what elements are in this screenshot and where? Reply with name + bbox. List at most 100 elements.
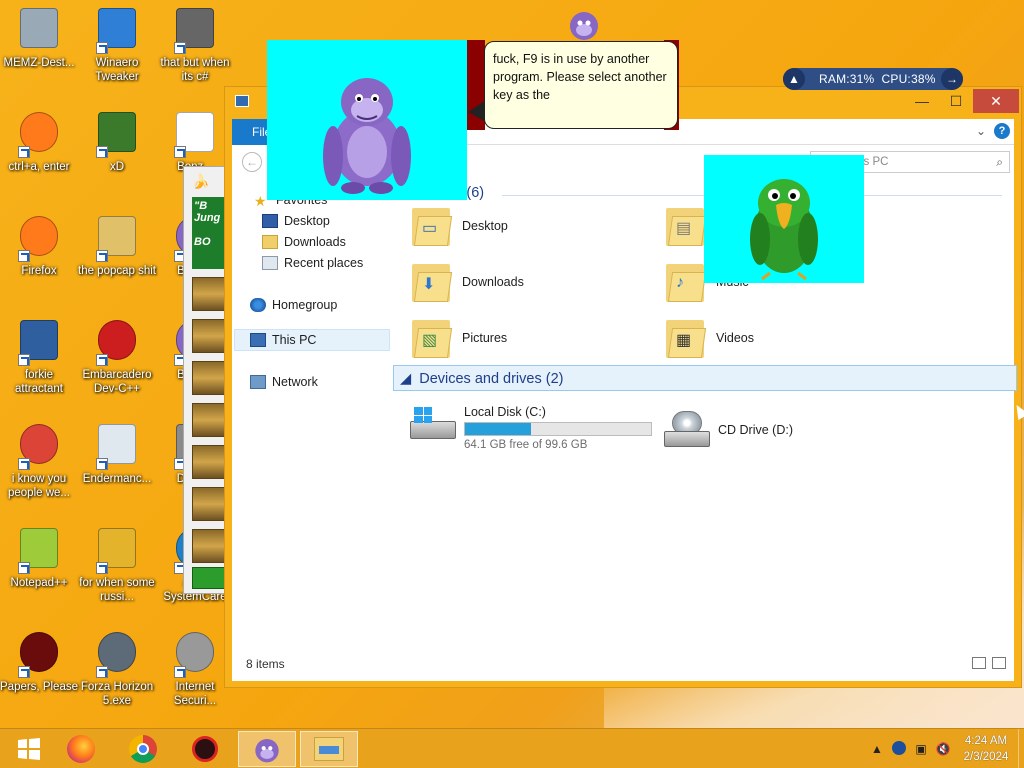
nav-network[interactable]: Network xyxy=(250,375,318,389)
desktop-shortcut[interactable]: that but when its c# xyxy=(156,6,234,84)
drive-local-disk-c[interactable]: Local Disk (C:) 64.1 GB free of 99.6 GB xyxy=(410,405,652,451)
clock-date: 2/3/2024 xyxy=(963,751,1009,763)
taskbar-chrome[interactable] xyxy=(114,731,172,767)
rocket-icon[interactable]: ▲ xyxy=(783,68,805,90)
app-window-icon xyxy=(94,422,140,470)
red-gear-icon xyxy=(192,736,218,762)
folder-icon: ▤ xyxy=(666,204,707,248)
desktop-shortcut-label: xD xyxy=(109,161,125,173)
explorer-app-icon xyxy=(235,95,249,107)
windows-logo-icon xyxy=(18,738,40,760)
folder-label: Videos xyxy=(716,331,754,345)
desktop-shortcut[interactable]: forkie attractant xyxy=(0,318,78,396)
drive-label: CD Drive (D:) xyxy=(718,423,793,437)
bonzi-speech-bubble[interactable]: fuck, F9 is in use by another program. P… xyxy=(484,41,678,129)
taskbar-file-explorer[interactable] xyxy=(300,731,358,767)
desktop-shortcut[interactable]: ctrl+a, enter xyxy=(0,110,78,174)
bonzi-banner: "B Jung BO xyxy=(192,197,226,269)
desktop-shortcut[interactable]: Forza Horizon 5.exe xyxy=(78,630,156,708)
desktop-shortcut[interactable]: Papers, Please xyxy=(0,630,78,694)
desktop-shortcut[interactable]: Notepad++ xyxy=(0,526,78,590)
folder-label: Downloads xyxy=(462,275,524,289)
drive-cd-d[interactable]: CD Drive (D:) xyxy=(664,411,793,451)
help-icon[interactable]: ? xyxy=(994,123,1010,139)
jungle-strip xyxy=(192,403,226,437)
show-desktop-button[interactable] xyxy=(1018,729,1024,768)
desktop-shortcut[interactable]: Endermanc... xyxy=(78,422,156,486)
winaero-icon xyxy=(94,6,140,54)
explorer-content: ★Favorites Desktop Downloads Recent plac… xyxy=(232,179,1017,681)
desktop-shortcut-label: ctrl+a, enter xyxy=(8,161,70,173)
folder-pictures[interactable]: ▧ Pictures xyxy=(412,313,652,363)
desktop-shortcut-label: Firefox xyxy=(21,265,57,277)
desktop-shortcut-label: the popcap shit xyxy=(78,265,157,277)
minimize-button[interactable]: — xyxy=(905,89,939,113)
desktop-shortcut[interactable]: Firefox xyxy=(0,214,78,278)
desktop-shortcut[interactable]: MEMZ-Dest... xyxy=(0,6,78,70)
bonzi-side-window[interactable]: 🍌 "B Jung BO xyxy=(183,166,229,594)
taskbar-firefox[interactable] xyxy=(52,731,110,767)
folder-icon: ▧ xyxy=(412,316,453,360)
show-hidden-icons-icon[interactable]: ▲ xyxy=(866,742,888,756)
nav-desktop[interactable]: Desktop xyxy=(262,214,330,228)
chrome-icon xyxy=(16,422,62,470)
taskbar-bonzi[interactable] xyxy=(238,731,296,767)
folder-downloads[interactable]: ⬇ Downloads xyxy=(412,257,652,307)
large-icons-view-icon[interactable] xyxy=(992,657,1006,669)
bonzi-buddy-gorilla[interactable] xyxy=(267,40,467,200)
nav-label: Network xyxy=(272,375,318,389)
desktop-shortcut[interactable]: xD xyxy=(78,110,156,174)
devcpp-icon xyxy=(94,318,140,366)
back-arrow-icon[interactable]: ← xyxy=(242,152,262,172)
desktop-shortcut[interactable]: for when some russi... xyxy=(78,526,156,604)
windows-stack-icon xyxy=(172,6,218,54)
arrow-right-icon[interactable]: → xyxy=(941,68,963,90)
maximize-button[interactable]: ☐ xyxy=(939,89,973,113)
nav-this-pc[interactable]: This PC xyxy=(250,333,316,347)
desktop-shortcut[interactable]: Bonz... xyxy=(156,110,234,174)
desktop-shortcut[interactable]: Internet Securi... xyxy=(156,630,234,708)
search-text: is PC xyxy=(861,156,889,168)
drives-group-title: Devices and drives (2) xyxy=(419,371,564,387)
folder-label: Pictures xyxy=(462,331,508,345)
recycle-bin-icon xyxy=(16,6,62,52)
search-icon[interactable]: ⌕ xyxy=(996,155,1003,170)
green-parrot-agent[interactable] xyxy=(704,155,864,283)
parrot-icon xyxy=(750,179,818,281)
nav-label: Homegroup xyxy=(272,298,338,312)
window-controls: — ☐ ✕ xyxy=(905,89,1019,113)
desktop-shortcut[interactable]: Winaero Tweaker xyxy=(78,6,156,84)
folder-icon: ⬇ xyxy=(412,260,453,304)
nav-downloads[interactable]: Downloads xyxy=(262,235,346,249)
desktop-shortcut[interactable]: Embarcadero Dev-C++ xyxy=(78,318,156,396)
volume-muted-icon[interactable]: 🔇 xyxy=(932,742,954,756)
status-bar: 8 items xyxy=(232,649,1014,681)
nav-homegroup[interactable]: Homegroup xyxy=(250,298,337,312)
ccleaner-icon[interactable] xyxy=(888,740,910,758)
folder-desktop[interactable]: ▭ Desktop xyxy=(412,201,652,251)
network-tray-icon[interactable]: ▣ xyxy=(910,742,932,756)
ram-usage: RAM:31% xyxy=(819,72,875,86)
folder-videos[interactable]: ▦ Videos xyxy=(666,313,906,363)
drives-group-header[interactable]: ◢ Devices and drives (2) xyxy=(400,371,563,387)
jungle-strip xyxy=(192,529,226,563)
clock[interactable]: 4:24 AM 2/3/2024 xyxy=(954,733,1018,765)
desktop-shortcut[interactable]: the popcap shit xyxy=(78,214,156,278)
jungle-strip xyxy=(192,487,226,521)
desktop-shortcut-label: forkie attractant xyxy=(15,369,63,395)
nav-recent-places[interactable]: Recent places xyxy=(262,256,363,270)
taskbar-red-app[interactable] xyxy=(176,731,234,767)
notepadpp-icon xyxy=(16,526,62,574)
resource-monitor-widget[interactable]: ▲ RAM:31% CPU:38% → xyxy=(783,68,963,90)
drive-free-space: 64.1 GB free of 99.6 GB xyxy=(464,439,588,451)
gorilla-icon xyxy=(323,78,411,194)
folder-icon: ▦ xyxy=(666,316,707,360)
close-button[interactable]: ✕ xyxy=(973,89,1019,113)
desktop-shortcut[interactable]: i know you people we... xyxy=(0,422,78,500)
gear-security-icon xyxy=(172,630,218,678)
desktop-shortcut-label: MEMZ-Dest... xyxy=(3,57,75,69)
ribbon-expand-icon[interactable]: ⌄ xyxy=(976,124,986,138)
start-button[interactable] xyxy=(0,731,58,767)
details-view-icon[interactable] xyxy=(972,657,986,669)
bonzi-mini-icon[interactable] xyxy=(566,6,602,42)
